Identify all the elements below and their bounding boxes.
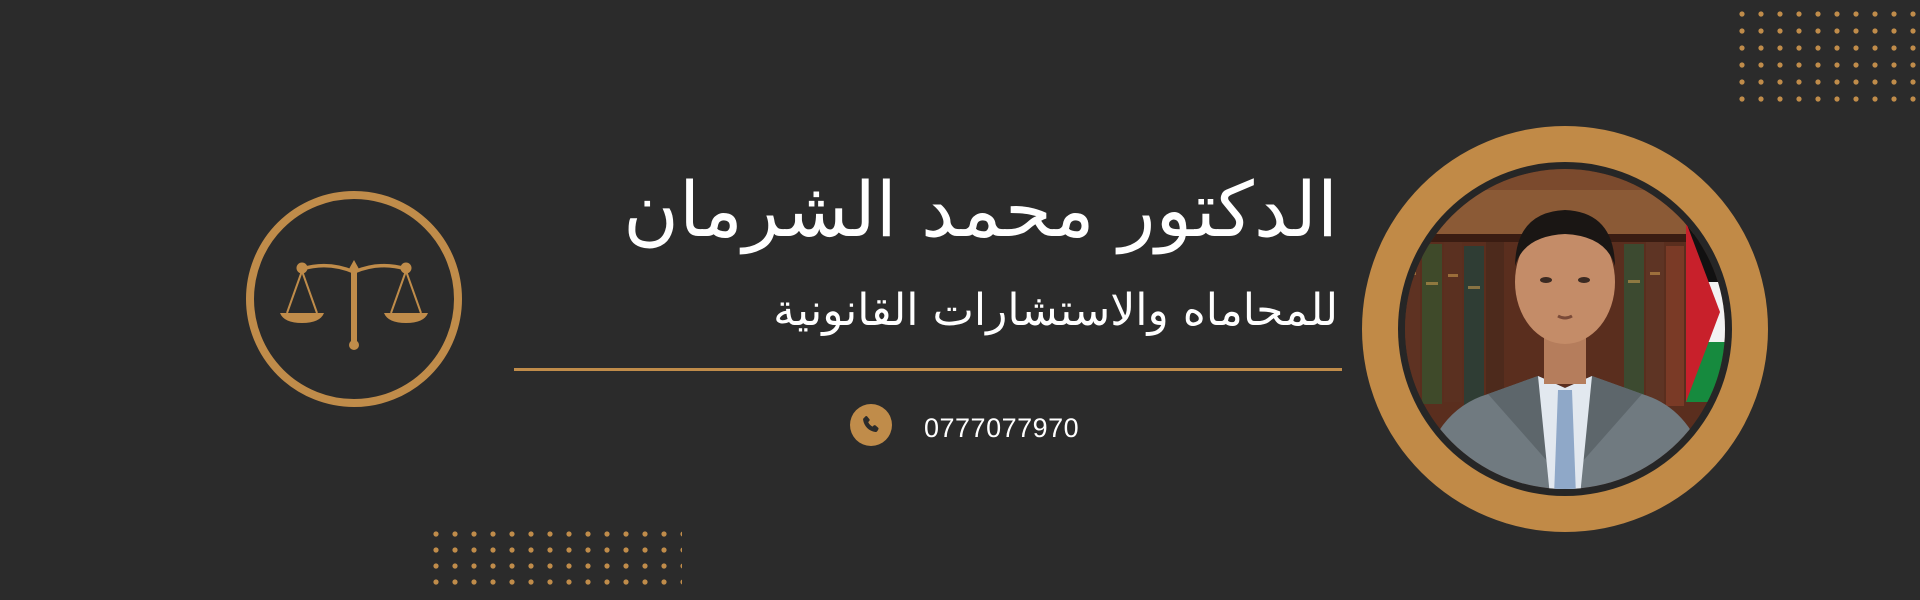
gold-divider xyxy=(514,368,1342,371)
practice-tagline: للمحاماه والاستشارات القانونية xyxy=(773,285,1338,336)
lawyer-name-heading: الدكتور محمد الشرمان xyxy=(623,165,1338,254)
decorative-dot-grid-top xyxy=(1738,10,1918,110)
decorative-dot-grid-bottom xyxy=(432,530,682,595)
scales-emblem xyxy=(246,191,462,407)
scales-of-justice-icon xyxy=(280,260,428,350)
phone-number-link[interactable]: 0777077970 xyxy=(924,410,1079,446)
phone-icon[interactable] xyxy=(850,404,892,446)
lawyer-portrait xyxy=(1398,162,1732,496)
banner: الدكتور محمد الشرمان للمحاماه والاستشارا… xyxy=(0,0,1920,600)
portrait-frame xyxy=(1362,126,1768,532)
